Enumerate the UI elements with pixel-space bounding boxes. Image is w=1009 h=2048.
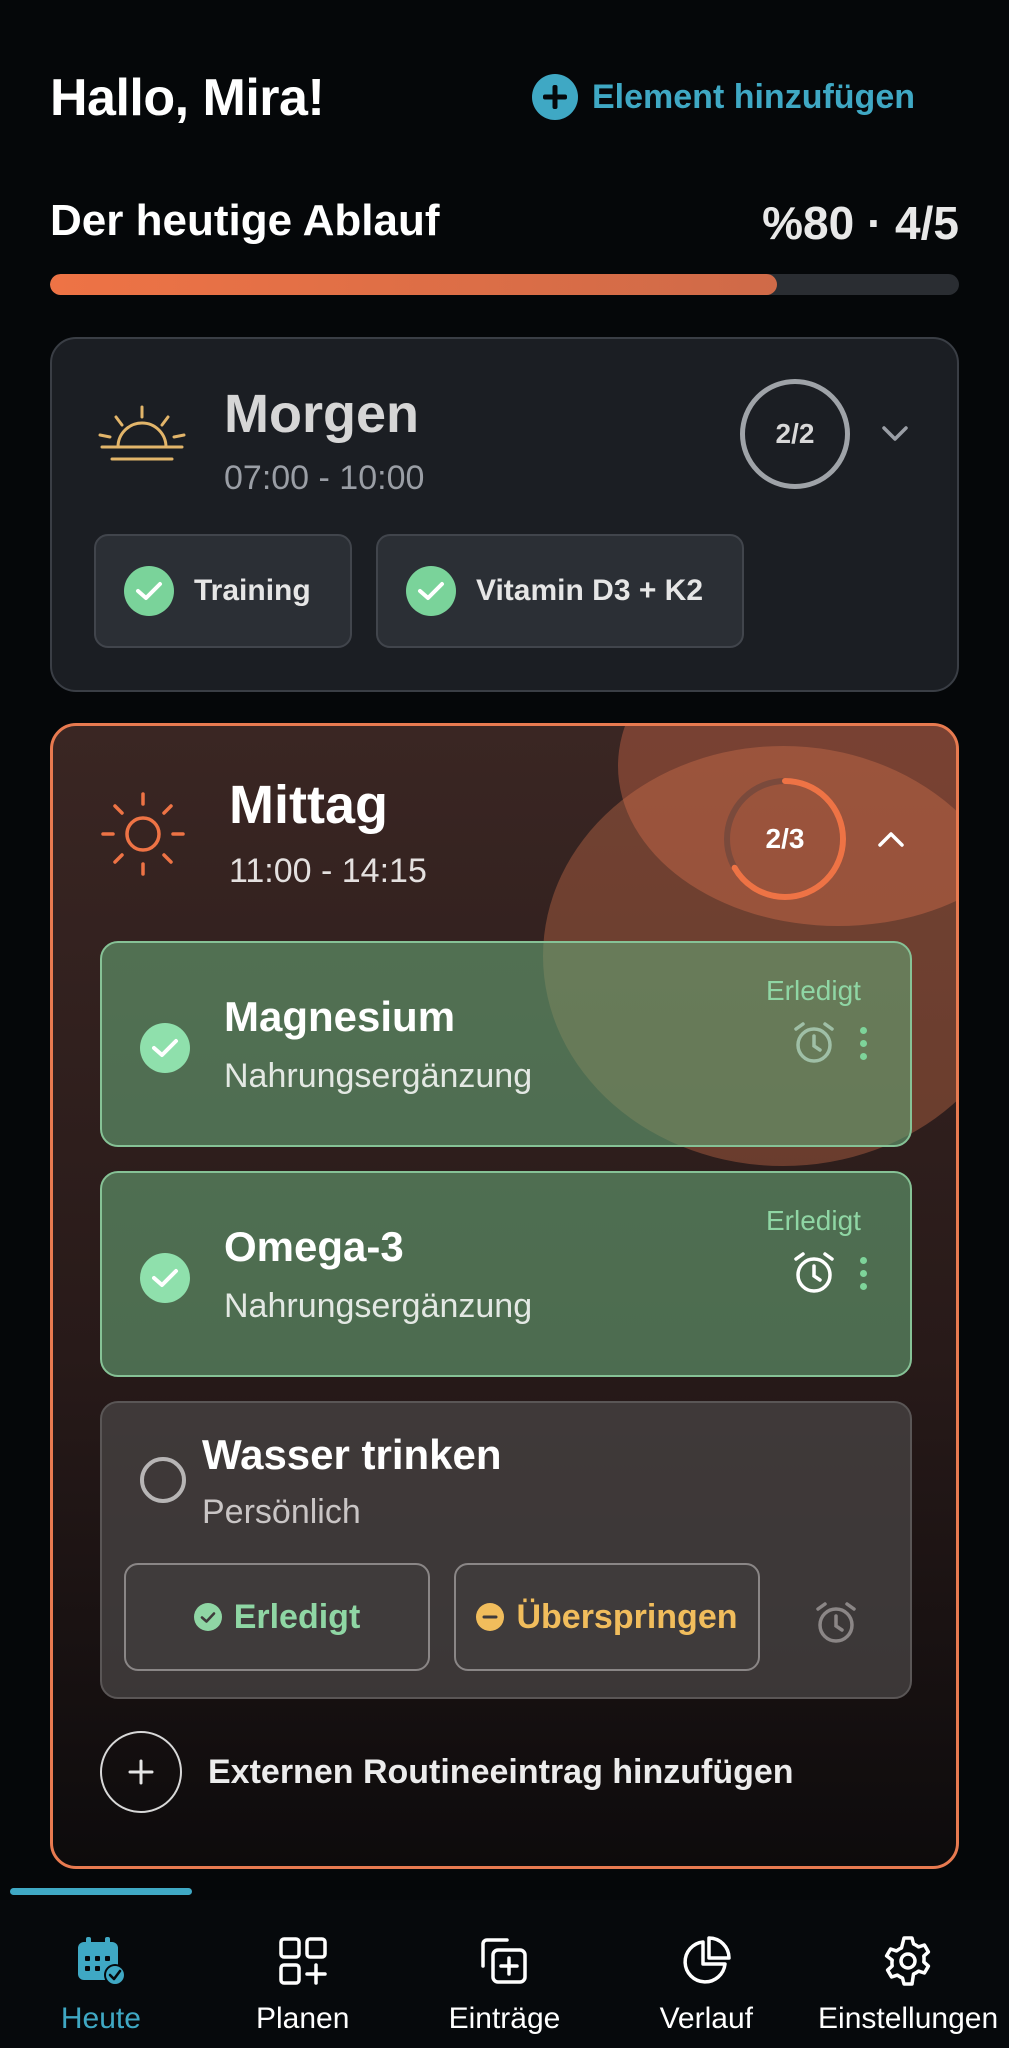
chip-label: Training xyxy=(194,574,311,607)
morning-title: Morgen xyxy=(224,384,419,444)
noon-title: Mittag xyxy=(229,775,388,835)
nav-label: Planen xyxy=(255,2002,350,2035)
routine-title: Der heutige Ablauf xyxy=(50,196,440,245)
alarm-clock-icon[interactable] xyxy=(790,1019,838,1072)
nav-item-heute[interactable]: Heute xyxy=(0,1900,202,2048)
minus-icon xyxy=(476,1603,505,1631)
nav-item-planen[interactable]: Planen xyxy=(202,1900,404,2048)
routine-progress-fill xyxy=(50,274,778,295)
chevron-down-icon[interactable] xyxy=(875,414,915,454)
nav-label: Einstellungen xyxy=(818,2002,999,2035)
morning-chip-vitamin[interactable]: Vitamin D3 + K2 xyxy=(376,534,744,648)
item-status: Erledigt xyxy=(766,1205,861,1236)
item-title: Magnesium xyxy=(224,993,456,1040)
item-title: Omega-3 xyxy=(224,1223,404,1270)
alarm-clock-icon[interactable] xyxy=(790,1249,838,1302)
more-options-icon[interactable] xyxy=(860,1027,867,1060)
morning-progress-label: 2/2 xyxy=(775,418,815,449)
check-icon xyxy=(124,566,174,616)
noon-progress-label: 2/3 xyxy=(765,823,805,854)
check-icon xyxy=(193,1603,222,1631)
unchecked-radio[interactable] xyxy=(140,1457,186,1503)
morning-section-card[interactable]: Morgen 07:00 - 10:00 2/2 Training Vitami… xyxy=(50,337,959,692)
noon-section-card[interactable]: Mittag 11:00 - 14:15 2/3 Magnesium Nahru… xyxy=(50,723,959,1869)
noon-progress-ring: 2/3 xyxy=(720,774,850,904)
item-card-water[interactable]: Wasser trinken Persönlich Erledigt Übers… xyxy=(100,1401,912,1699)
greeting-title: Hallo, Mira! xyxy=(50,69,325,127)
check-icon[interactable] xyxy=(140,1253,190,1303)
check-icon xyxy=(406,566,456,616)
routine-progress-bar xyxy=(50,274,959,295)
item-subtitle: Persönlich xyxy=(202,1493,361,1531)
pie-chart-icon xyxy=(675,1930,737,1992)
item-card-magnesium[interactable]: Magnesium Nahrungsergänzung Erledigt xyxy=(100,941,912,1147)
item-title: Wasser trinken xyxy=(202,1431,502,1478)
check-icon[interactable] xyxy=(140,1023,190,1073)
add-external-entry-button[interactable]: Externen Routineeintrag hinzufügen xyxy=(100,1731,794,1813)
nav-label: Einträge xyxy=(448,2002,561,2035)
nav-item-verlauf[interactable]: Verlauf xyxy=(605,1900,807,2048)
mark-done-label: Erledigt xyxy=(233,1597,361,1636)
morning-chip-training[interactable]: Training xyxy=(94,534,352,648)
item-subtitle: Nahrungsergänzung xyxy=(224,1057,533,1095)
nav-item-eintraege[interactable]: Einträge xyxy=(404,1900,606,2048)
nav-item-einstellungen[interactable]: Einstellungen xyxy=(807,1900,1009,2048)
item-status: Erledigt xyxy=(766,975,861,1006)
plus-circle-icon xyxy=(532,74,578,120)
sun-icon xyxy=(99,790,187,883)
morning-progress-ring: 2/2 xyxy=(740,379,850,489)
noon-time: 11:00 - 14:15 xyxy=(229,852,427,890)
alarm-clock-icon[interactable] xyxy=(812,1599,860,1652)
chip-label: Vitamin D3 + K2 xyxy=(476,574,704,607)
add-external-label: Externen Routineeintrag hinzufügen xyxy=(208,1752,794,1791)
chevron-up-icon[interactable] xyxy=(871,819,911,859)
skip-label: Überspringen xyxy=(516,1597,738,1636)
copy-plus-icon xyxy=(473,1930,535,1992)
plus-icon xyxy=(100,1731,182,1813)
add-element-button[interactable]: Element hinzufügen xyxy=(532,74,915,120)
nav-label: Heute xyxy=(60,2002,141,2035)
nav-active-indicator xyxy=(10,1888,192,1895)
add-element-label: Element hinzufügen xyxy=(592,77,915,116)
mark-done-button[interactable]: Erledigt xyxy=(124,1563,430,1671)
skip-button[interactable]: Überspringen xyxy=(454,1563,760,1671)
item-card-omega[interactable]: Omega-3 Nahrungsergänzung Erledigt xyxy=(100,1171,912,1377)
more-options-icon[interactable] xyxy=(860,1257,867,1290)
item-subtitle: Nahrungsergänzung xyxy=(224,1287,533,1325)
grid-plus-icon xyxy=(272,1930,334,1992)
sunrise-icon xyxy=(96,401,188,478)
nav-label: Verlauf xyxy=(659,2002,753,2035)
bottom-nav: Heute Planen Einträge Verlauf Einstellun… xyxy=(0,1900,1009,2048)
calendar-check-icon xyxy=(70,1930,132,1992)
morning-time: 07:00 - 10:00 xyxy=(224,459,425,497)
gear-icon xyxy=(877,1930,939,1992)
routine-stats: %80 · 4/5 xyxy=(762,197,959,249)
